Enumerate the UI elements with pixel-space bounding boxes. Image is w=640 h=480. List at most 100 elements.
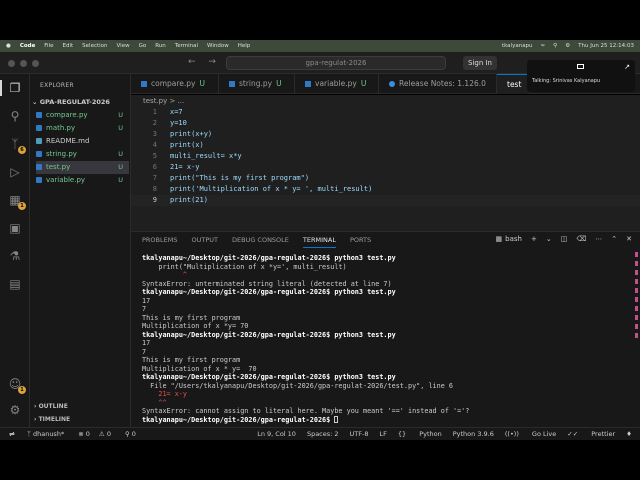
- menu-terminal[interactable]: Terminal: [175, 43, 198, 49]
- file-label: compare.py: [46, 111, 88, 119]
- problems-indicator[interactable]: ⊗ 0 ⚠ 0: [78, 430, 118, 438]
- docker-icon[interactable]: ▤: [7, 276, 23, 292]
- wifi-icon[interactable]: ≈: [541, 43, 546, 49]
- python-interpreter[interactable]: Python 3.9.6: [453, 430, 494, 438]
- tab-ports[interactable]: PORTS: [350, 236, 371, 248]
- chevron-down-icon[interactable]: ⌄: [546, 235, 552, 243]
- timeline-section[interactable]: › TIMELINE: [34, 416, 70, 423]
- zoom-window-button[interactable]: [32, 60, 39, 67]
- menu-window[interactable]: Window: [207, 43, 229, 49]
- file-variable-py[interactable]: variable.py U: [36, 174, 129, 187]
- testing-icon[interactable]: ⚗: [7, 248, 23, 264]
- extensions-icon[interactable]: ▦ 1: [7, 192, 26, 210]
- search-icon[interactable]: ⚲: [553, 43, 557, 49]
- ports-count: 0: [131, 430, 136, 438]
- terminal-line: tkalyanapu~/Desktop/git-2026/gpa-regulat…: [142, 254, 396, 262]
- tab-test-py[interactable]: test: [497, 74, 531, 94]
- menu-user[interactable]: tkalyanapu: [502, 43, 533, 49]
- code-line[interactable]: 8 print('Multiplication of x * y= ', mul…: [131, 184, 640, 195]
- forward-arrow-icon[interactable]: →: [208, 57, 216, 67]
- code-line[interactable]: 3 print(x+y): [131, 129, 640, 140]
- more-actions-icon[interactable]: ⋯: [595, 235, 602, 243]
- sign-in-button[interactable]: Sign In: [463, 56, 497, 70]
- indentation[interactable]: Spaces: 2: [307, 430, 339, 438]
- menu-selection[interactable]: Selection: [82, 43, 107, 49]
- app-name[interactable]: Code: [20, 43, 35, 49]
- breadcrumb[interactable]: test.py > ...: [131, 95, 640, 107]
- code-text: y=10: [170, 119, 187, 127]
- code-editor[interactable]: 1 x=7 2 y=10 3 print(x+y) 4 print(x) 5 m…: [131, 107, 640, 231]
- end-of-line[interactable]: LF: [379, 430, 386, 438]
- encoding[interactable]: UTF-8: [350, 430, 369, 438]
- ports-indicator[interactable]: ⚲ 0: [125, 430, 143, 438]
- remote-indicator-icon[interactable]: ⇌: [4, 430, 20, 438]
- tab-string-py[interactable]: string.py U: [219, 74, 295, 94]
- terminal-prompt-line[interactable]: tkalyanapu~/Desktop/git-2026/gpa-regulat…: [142, 415, 630, 425]
- tab-terminal[interactable]: TERMINAL: [302, 236, 336, 248]
- menu-edit[interactable]: Edit: [63, 43, 74, 49]
- code-line[interactable]: 7 print("This is my first program"): [131, 173, 640, 184]
- split-terminal-icon[interactable]: ◫: [561, 235, 568, 243]
- file-string-py[interactable]: string.py U: [36, 148, 129, 161]
- explorer-icon[interactable]: ❐: [0, 80, 23, 96]
- tab-label: Release Notes: 1.126.0: [399, 79, 486, 88]
- close-panel-icon[interactable]: ✕: [626, 235, 632, 243]
- menu-go[interactable]: Go: [139, 43, 147, 49]
- workspace-folder[interactable]: ⌄ GPA-REGULAT-2026: [32, 98, 110, 106]
- accounts-icon[interactable]: ☺ 1: [7, 376, 26, 394]
- menu-help[interactable]: Help: [238, 43, 251, 49]
- menu-clock[interactable]: Thu Jun 25 12:14:03: [578, 43, 634, 49]
- outline-section[interactable]: › OUTLINE: [34, 403, 68, 410]
- code-line[interactable]: 1 x=7: [131, 107, 640, 118]
- source-control-icon[interactable]: ᛉ 6: [7, 136, 26, 154]
- search-icon[interactable]: ⚲: [7, 108, 23, 124]
- terminal-output[interactable]: tkalyanapu~/Desktop/git-2026/gpa-regulat…: [142, 254, 630, 424]
- back-arrow-icon[interactable]: ←: [188, 57, 196, 67]
- code-text: print(x+y): [170, 130, 213, 138]
- command-center-search[interactable]: gpa-regulat-2026: [226, 56, 446, 70]
- minimize-window-button[interactable]: [20, 60, 27, 67]
- shell-selector[interactable]: bash: [505, 235, 522, 243]
- tab-debug-console[interactable]: DEBUG CONSOLE: [232, 236, 289, 248]
- gear-icon[interactable]: ⚙: [7, 402, 23, 418]
- close-window-button[interactable]: [8, 60, 15, 67]
- file-compare-py[interactable]: compare.py U: [36, 109, 129, 122]
- new-terminal-icon[interactable]: +: [531, 235, 537, 243]
- menu-file[interactable]: File: [44, 43, 53, 49]
- folder-label: GPA-REGULAT-2026: [39, 98, 110, 106]
- tab-variable-py[interactable]: variable.py U: [295, 74, 379, 94]
- file-test-py[interactable]: test.py U: [36, 161, 129, 174]
- code-line[interactable]: 4 print(x): [131, 140, 640, 151]
- cursor-position[interactable]: Ln 9, Col 10: [257, 430, 296, 438]
- run-debug-icon[interactable]: ▷: [7, 164, 23, 180]
- remote-explorer-icon[interactable]: ▣: [7, 220, 23, 236]
- code-line[interactable]: 6 21= x-y: [131, 162, 640, 173]
- language-mode[interactable]: {} Python: [398, 430, 442, 438]
- maximize-panel-icon[interactable]: ⌃: [611, 235, 617, 243]
- scm-badge: 6: [18, 146, 26, 154]
- tab-problems[interactable]: PROBLEMS: [142, 236, 177, 248]
- trash-icon[interactable]: ⌫: [576, 235, 586, 243]
- tab-compare-py[interactable]: compare.py U: [131, 74, 219, 94]
- notifications-bell-icon[interactable]: ♦: [626, 430, 632, 438]
- minimize-overlay-icon[interactable]: [577, 64, 584, 69]
- code-line[interactable]: 5 multi_result= x*y: [131, 151, 640, 162]
- talking-overlay[interactable]: ↗ Talking: Srinivas Kalyanapu: [527, 60, 635, 92]
- code-line-current[interactable]: 9 print(21): [131, 195, 640, 206]
- terminal-line: This is my first program: [142, 313, 241, 322]
- control-center-icon[interactable]: ⚙: [565, 43, 570, 49]
- file-readme-md[interactable]: README.md: [36, 135, 129, 148]
- code-line[interactable]: 2 y=10: [131, 118, 640, 129]
- branch-indicator[interactable]: ᛉ dhanush*: [27, 430, 71, 438]
- line-number: 8: [152, 185, 157, 193]
- prettier-indicator[interactable]: ✓✓ Prettier: [567, 430, 615, 438]
- window-controls: [8, 60, 44, 67]
- file-math-py[interactable]: math.py U: [36, 122, 129, 135]
- tab-output[interactable]: OUTPUT: [191, 236, 218, 248]
- menu-view[interactable]: View: [117, 43, 130, 49]
- expand-overlay-icon[interactable]: ↗: [624, 63, 630, 71]
- menu-run[interactable]: Run: [155, 43, 166, 49]
- tab-release-notes[interactable]: Release Notes: 1.126.0: [379, 74, 497, 94]
- apple-icon[interactable]: ●: [6, 43, 11, 49]
- go-live-button[interactable]: ((•)) Go Live: [505, 430, 556, 438]
